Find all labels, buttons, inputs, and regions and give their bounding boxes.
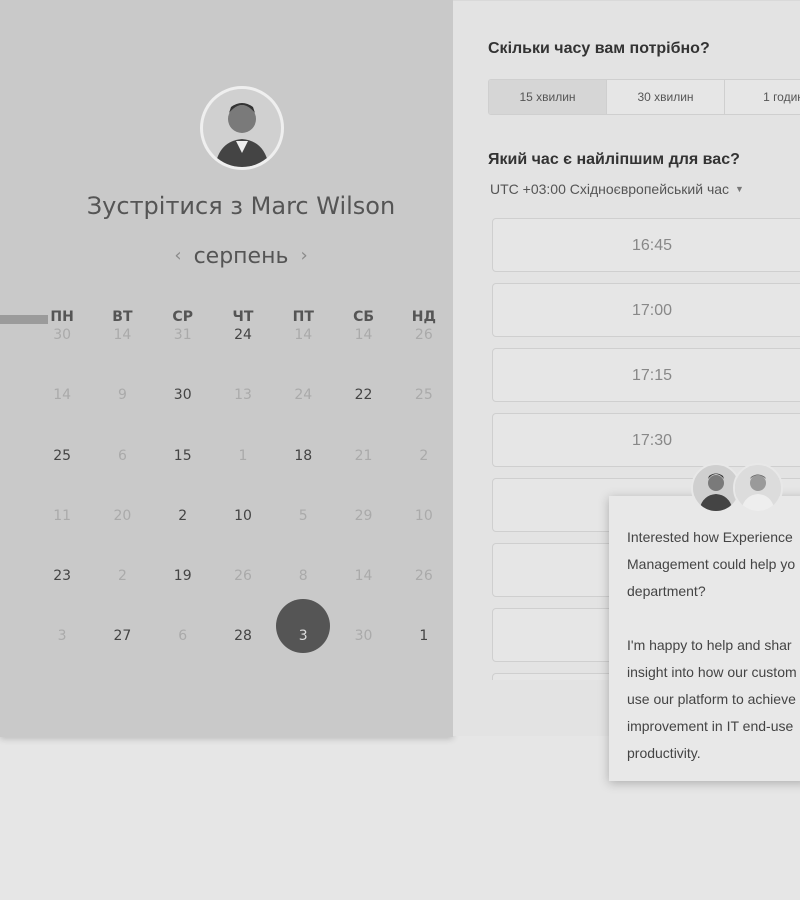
month-label: серпень (193, 244, 289, 269)
calendar-day: 21 (354, 447, 373, 464)
caret-down-icon: ▼ (735, 184, 744, 194)
calendar-day: 14 (354, 568, 373, 585)
calendar-day[interactable]: 1 (394, 628, 454, 688)
duration-option-30[interactable]: 30 хвилин (607, 80, 725, 114)
calendar-day: 26 (414, 327, 433, 343)
calendar-day: 29 (354, 507, 373, 524)
calendar-day: 6 (117, 447, 127, 464)
calendar-day: 1 (238, 447, 248, 464)
chat-agent-avatars (691, 463, 785, 517)
host-avatar (200, 86, 284, 170)
calendar-day: 30 (354, 628, 373, 645)
weekday-label: ЧТ (232, 309, 254, 325)
selected-day-number: 3 (298, 628, 308, 645)
calendar-day: 31 (173, 327, 192, 343)
duration-option-15[interactable]: 15 хвилин (489, 80, 607, 114)
timezone-label: UTC +03:00 Східноєвропейський час (490, 181, 730, 197)
calendar-day[interactable]: 10 (213, 508, 273, 568)
calendar-day[interactable]: 27 (92, 628, 152, 688)
calendar-day: 14 (53, 387, 72, 404)
calendar-day: 14 (294, 327, 313, 343)
calendar-day[interactable]: 23 (32, 568, 92, 628)
duration-selector: 15 хвилин 30 хвилин 1 годин (488, 79, 800, 115)
calendar-day: 20 (113, 507, 132, 524)
page-title: Зустрітися з Marc Wilson (86, 192, 396, 220)
weekday-label: СБ (353, 309, 375, 325)
calendar-day: 5 (298, 507, 308, 524)
calendar-day: 13 (234, 387, 252, 404)
weekday-header: ПН ВТ СР ЧТ ПТ СБ НД (32, 309, 454, 325)
calendar-week: 23 2 19 26 8 14 26 (32, 568, 454, 628)
time-slot[interactable]: 17:30 (492, 413, 800, 467)
calendar-day: 26 (414, 568, 433, 585)
chat-message: Interested how Experience Management cou… (627, 529, 797, 761)
calendar-week: 30 14 31 24 14 14 26 (32, 327, 454, 387)
calendar-day[interactable]: 19 (153, 568, 213, 628)
calendar-day[interactable]: 18 (273, 448, 333, 508)
time-question: Який час є найліпшим для вас? (488, 151, 740, 168)
calendar-week: 11 20 2 10 5 29 10 (32, 508, 454, 568)
weekday-label: СР (172, 309, 193, 325)
calendar-day: 14 (354, 327, 373, 343)
calendar-day: 25 (414, 387, 433, 404)
month-navigator: ‹ серпень › (0, 244, 482, 269)
calendar-day: 30 (53, 327, 72, 343)
calendar-grid: ПН ВТ СР ЧТ ПТ СБ НД 30 14 31 24 14 14 2… (32, 309, 454, 689)
calendar-day[interactable]: 24 (213, 327, 273, 387)
calendar-day: 10 (414, 507, 433, 524)
calendar-day: 6 (178, 628, 188, 645)
person-avatar-icon (203, 89, 281, 167)
weekday-label: НД (411, 309, 436, 325)
calendar-day-selected[interactable]: 3 (273, 599, 333, 688)
calendar-week: 14 9 30 13 24 22 25 (32, 387, 454, 447)
agent-avatar-icon (733, 463, 783, 513)
calendar-day[interactable]: 28 (213, 628, 273, 688)
chevron-right-icon[interactable]: › (300, 245, 307, 266)
calendar-day[interactable]: 22 (333, 387, 393, 447)
weekday-label: ПН (50, 309, 74, 325)
time-slot[interactable]: 17:00 (492, 283, 800, 337)
time-slot[interactable]: 17:15 (492, 348, 800, 402)
calendar-day: 14 (113, 327, 132, 343)
calendar-day[interactable]: 15 (153, 448, 213, 508)
time-slot[interactable]: 16:45 (492, 218, 800, 272)
calendar-day[interactable]: 25 (32, 448, 92, 508)
calendar-day: 9 (117, 387, 127, 404)
calendar-day: 11 (53, 507, 72, 524)
calendar-day: 2 (117, 568, 127, 585)
calendar-day: 26 (234, 568, 252, 585)
calendar-day[interactable]: 2 (153, 508, 213, 568)
chevron-left-icon[interactable]: ‹ (174, 245, 181, 266)
weekday-label: ВТ (112, 309, 133, 325)
calendar-day[interactable]: 30 (153, 387, 213, 447)
duration-option-60[interactable]: 1 годин (725, 80, 800, 114)
duration-question: Скільки часу вам потрібно? (488, 40, 710, 57)
calendar-day: 24 (294, 387, 313, 404)
weekday-label: ПТ (292, 309, 314, 325)
selected-day-circle (276, 599, 331, 654)
timezone-dropdown[interactable]: UTC +03:00 Східноєвропейський час ▼ (490, 181, 744, 197)
calendar-day: 2 (419, 447, 429, 464)
calendar-day: 3 (57, 628, 67, 645)
calendar-week: 25 6 15 1 18 21 2 (32, 448, 454, 508)
calendar-week: 3 27 6 28 3 30 1 (32, 599, 454, 688)
